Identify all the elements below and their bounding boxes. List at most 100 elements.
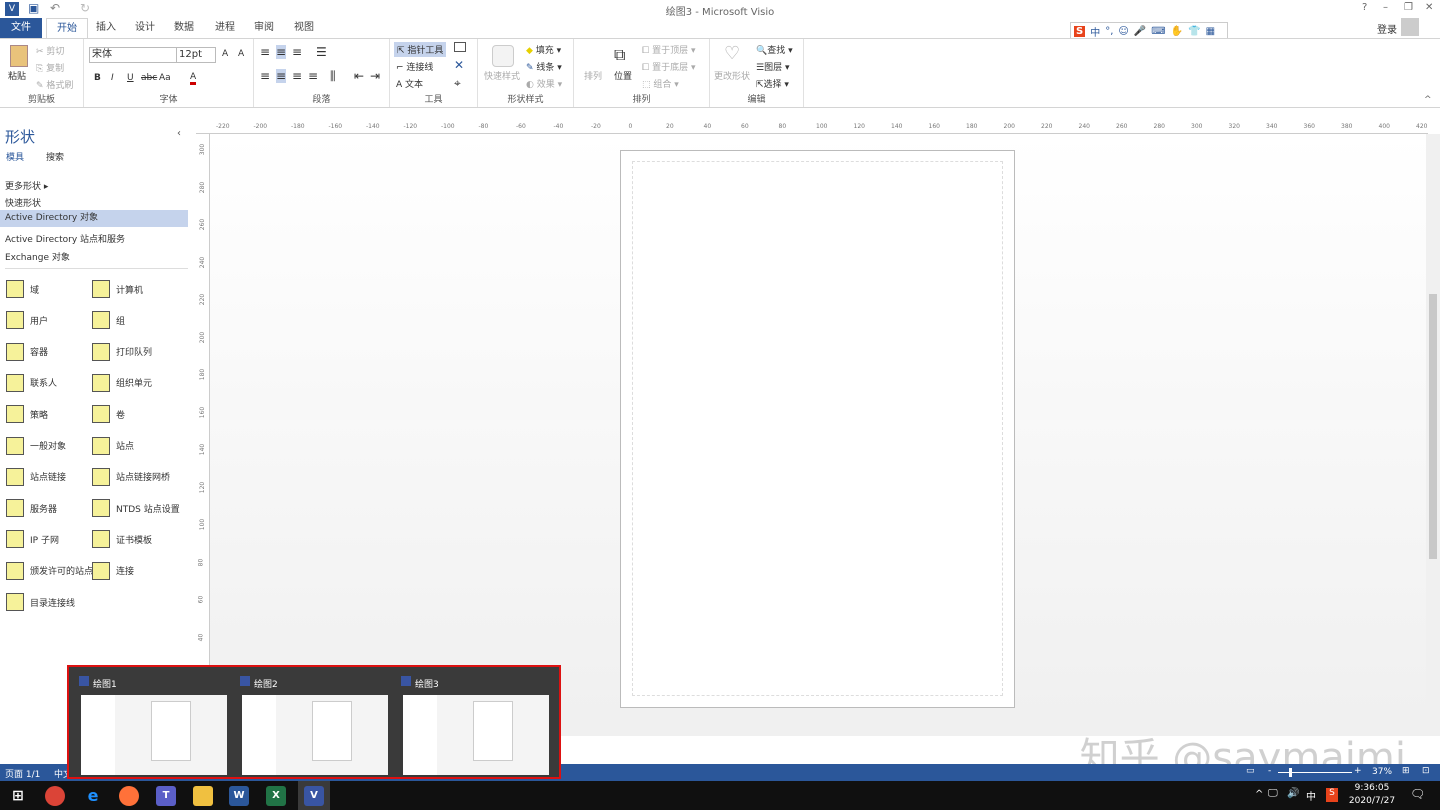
window-preview[interactable]: 绘图1: [75, 671, 227, 775]
stencil-shape[interactable]: 组: [92, 311, 182, 330]
stencil-shape[interactable]: 打印队列: [92, 342, 182, 361]
stencil-shape[interactable]: NTDS 站点设置: [92, 499, 182, 518]
cut-button[interactable]: ✂ 剪切: [36, 44, 64, 57]
format-painter-button[interactable]: ✎ 格式刷: [36, 78, 73, 91]
stencil-shape[interactable]: 颁发许可的站点: [6, 561, 96, 580]
punct-icon[interactable]: °,: [1105, 26, 1113, 37]
collapse-pane-icon[interactable]: ‹: [177, 128, 181, 139]
select-button[interactable]: ⇱选择 ▾: [756, 77, 789, 90]
tab-view[interactable]: 视图: [284, 18, 324, 38]
position-button[interactable]: 位置: [614, 69, 632, 82]
tab-insert[interactable]: 插入: [86, 18, 126, 38]
bold-button[interactable]: B: [94, 73, 101, 83]
start-button[interactable]: ⊞: [8, 786, 28, 806]
copy-button[interactable]: ⎘ 复制: [36, 61, 64, 74]
presentation-mode-icon[interactable]: ▭: [1246, 766, 1255, 776]
horizontal-ruler[interactable]: -220 -200 -180 -160 -140 -120 -100 -80 -60 -40 -20…: [196, 120, 1428, 134]
emoji-icon[interactable]: ☺: [1118, 26, 1128, 37]
ime-indicator[interactable]: 中: [1306, 788, 1316, 803]
tab-home[interactable]: 开始: [46, 18, 88, 38]
stencil-shape[interactable]: IP 子网: [6, 530, 96, 549]
clock-date[interactable]: 2020/7/27: [1348, 796, 1396, 806]
tab-review[interactable]: 审阅: [244, 18, 284, 38]
quick-shapes-link[interactable]: 快速形状: [5, 196, 41, 209]
align-center-icon[interactable]: ≡: [276, 69, 287, 83]
excel-icon[interactable]: X: [266, 786, 286, 806]
connector-button[interactable]: ⌐ 连接线: [396, 60, 433, 73]
stencil-shape[interactable]: 站点链接: [6, 467, 96, 486]
text-direction-icon[interactable]: ⫼: [330, 69, 336, 84]
close-button[interactable]: ✕: [1425, 2, 1433, 13]
file-explorer-icon[interactable]: [193, 786, 213, 806]
stencil-shape[interactable]: 策略: [6, 405, 96, 424]
text-tool-button[interactable]: A 文本: [396, 77, 423, 90]
find-button[interactable]: 🔍查找 ▾: [756, 43, 793, 56]
stencil-shape[interactable]: 一般对象: [6, 436, 96, 455]
keyboard-icon[interactable]: ⌨: [1151, 26, 1165, 37]
decrease-indent-icon[interactable]: ⇤: [354, 69, 364, 83]
paste-button[interactable]: 粘贴: [8, 69, 26, 82]
zoom-level[interactable]: 37%: [1372, 767, 1392, 777]
stencil-shape[interactable]: 服务器: [6, 499, 96, 518]
zoom-in-button[interactable]: +: [1354, 766, 1362, 776]
stencil-shape[interactable]: 证书模板: [92, 530, 182, 549]
vertical-scrollbar[interactable]: [1426, 134, 1440, 724]
line-button[interactable]: ✎ 线条 ▾: [526, 60, 562, 73]
tab-design[interactable]: 设计: [125, 18, 165, 38]
close-tool-icon[interactable]: ✕: [454, 58, 464, 72]
stencil-shape[interactable]: 联系人: [6, 373, 96, 392]
send-to-back-button[interactable]: ⧠ 置于底层 ▾: [642, 60, 695, 73]
sogou-icon[interactable]: S: [1074, 25, 1086, 37]
window-preview[interactable]: 绘图3: [397, 671, 549, 775]
layers-button[interactable]: ☰图层 ▾: [756, 60, 789, 73]
clock-time[interactable]: 9:36:05: [1352, 783, 1392, 793]
ime-lang[interactable]: 中: [1090, 24, 1100, 39]
change-shape-button[interactable]: 更改形状: [714, 69, 750, 82]
stencil-ad-sites-services[interactable]: Active Directory 站点和服务: [5, 232, 125, 245]
more-shapes-link[interactable]: 更多形状 ▸: [5, 179, 48, 192]
mic-icon[interactable]: 🎤: [1134, 26, 1146, 37]
stencil-shape[interactable]: 卷: [92, 405, 182, 424]
zoom-slider-thumb[interactable]: [1289, 768, 1292, 777]
tab-process[interactable]: 进程: [205, 18, 245, 38]
restore-button[interactable]: ❐: [1404, 2, 1413, 13]
strikethrough-button[interactable]: abc: [141, 73, 157, 83]
stencil-exchange-objects[interactable]: Exchange 对象: [5, 250, 70, 263]
tray-overflow-icon[interactable]: ^: [1255, 789, 1263, 800]
rectangle-tool-icon[interactable]: [454, 42, 466, 52]
visio-taskbar-active[interactable]: V: [298, 781, 330, 810]
align-left-icon[interactable]: ≡: [260, 69, 270, 83]
stencil-shape[interactable]: 目录连接线: [6, 593, 96, 611]
stencil-shape[interactable]: 计算机: [92, 280, 182, 298]
collapse-ribbon-icon[interactable]: ^: [1424, 95, 1432, 105]
increase-indent-icon[interactable]: ⇥: [370, 69, 380, 83]
network-icon[interactable]: 🖵: [1268, 788, 1278, 799]
tab-data[interactable]: 数据: [164, 18, 204, 38]
stencil-shape[interactable]: 站点链接网桥: [92, 467, 182, 486]
pan-zoom-icon[interactable]: ⊡: [1422, 766, 1430, 776]
quick-styles-button[interactable]: 快速样式: [484, 69, 520, 82]
edge-icon[interactable]: e: [83, 786, 103, 806]
align-button[interactable]: 排列: [584, 69, 602, 82]
login-link[interactable]: 登录: [1377, 21, 1397, 36]
font-color-button[interactable]: A: [190, 72, 197, 85]
underline-button[interactable]: U: [127, 73, 134, 83]
stencil-shape[interactable]: 连接: [92, 561, 182, 580]
change-case-button[interactable]: Aa: [159, 73, 171, 83]
chrome-icon[interactable]: [45, 786, 65, 806]
word-icon[interactable]: W: [229, 786, 249, 806]
justify-icon[interactable]: ≡: [308, 69, 318, 83]
vertical-ruler[interactable]: 300 280 260 240 220 200 180 160 140 120 100 80 60 40: [196, 134, 210, 724]
zoom-out-button[interactable]: -: [1268, 766, 1271, 776]
skin-icon[interactable]: 👕: [1188, 26, 1200, 37]
hand-icon[interactable]: ✋: [1171, 26, 1183, 37]
align-right-icon[interactable]: ≡: [292, 69, 302, 83]
fill-button[interactable]: ◆ 填充 ▾: [526, 43, 561, 56]
tab-file[interactable]: 文件: [0, 18, 42, 38]
teams-icon[interactable]: T: [156, 786, 176, 806]
stencil-shape[interactable]: 站点: [92, 436, 182, 455]
align-bottom-icon[interactable]: ≡: [292, 45, 302, 59]
tab-search[interactable]: 搜索: [46, 150, 64, 163]
align-middle-icon[interactable]: ≡: [276, 45, 287, 59]
connection-point-icon[interactable]: ⌖: [454, 76, 461, 91]
